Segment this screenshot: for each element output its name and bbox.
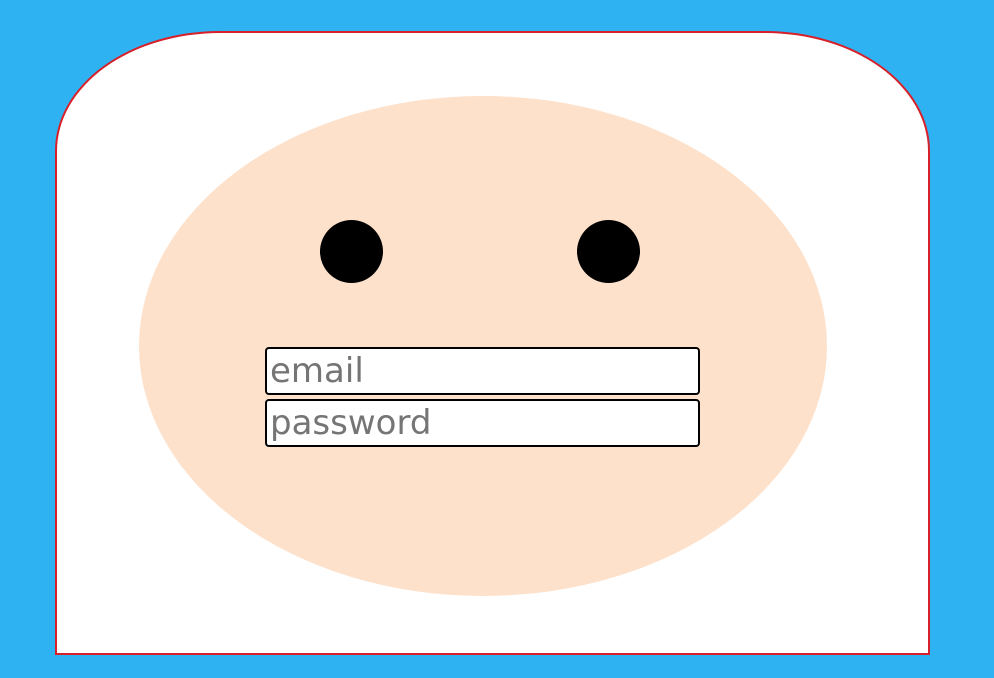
password-field[interactable] [265, 399, 700, 447]
email-field[interactable] [265, 347, 700, 395]
left-eye-icon [320, 220, 383, 283]
right-eye-icon [577, 220, 640, 283]
face [139, 96, 827, 596]
